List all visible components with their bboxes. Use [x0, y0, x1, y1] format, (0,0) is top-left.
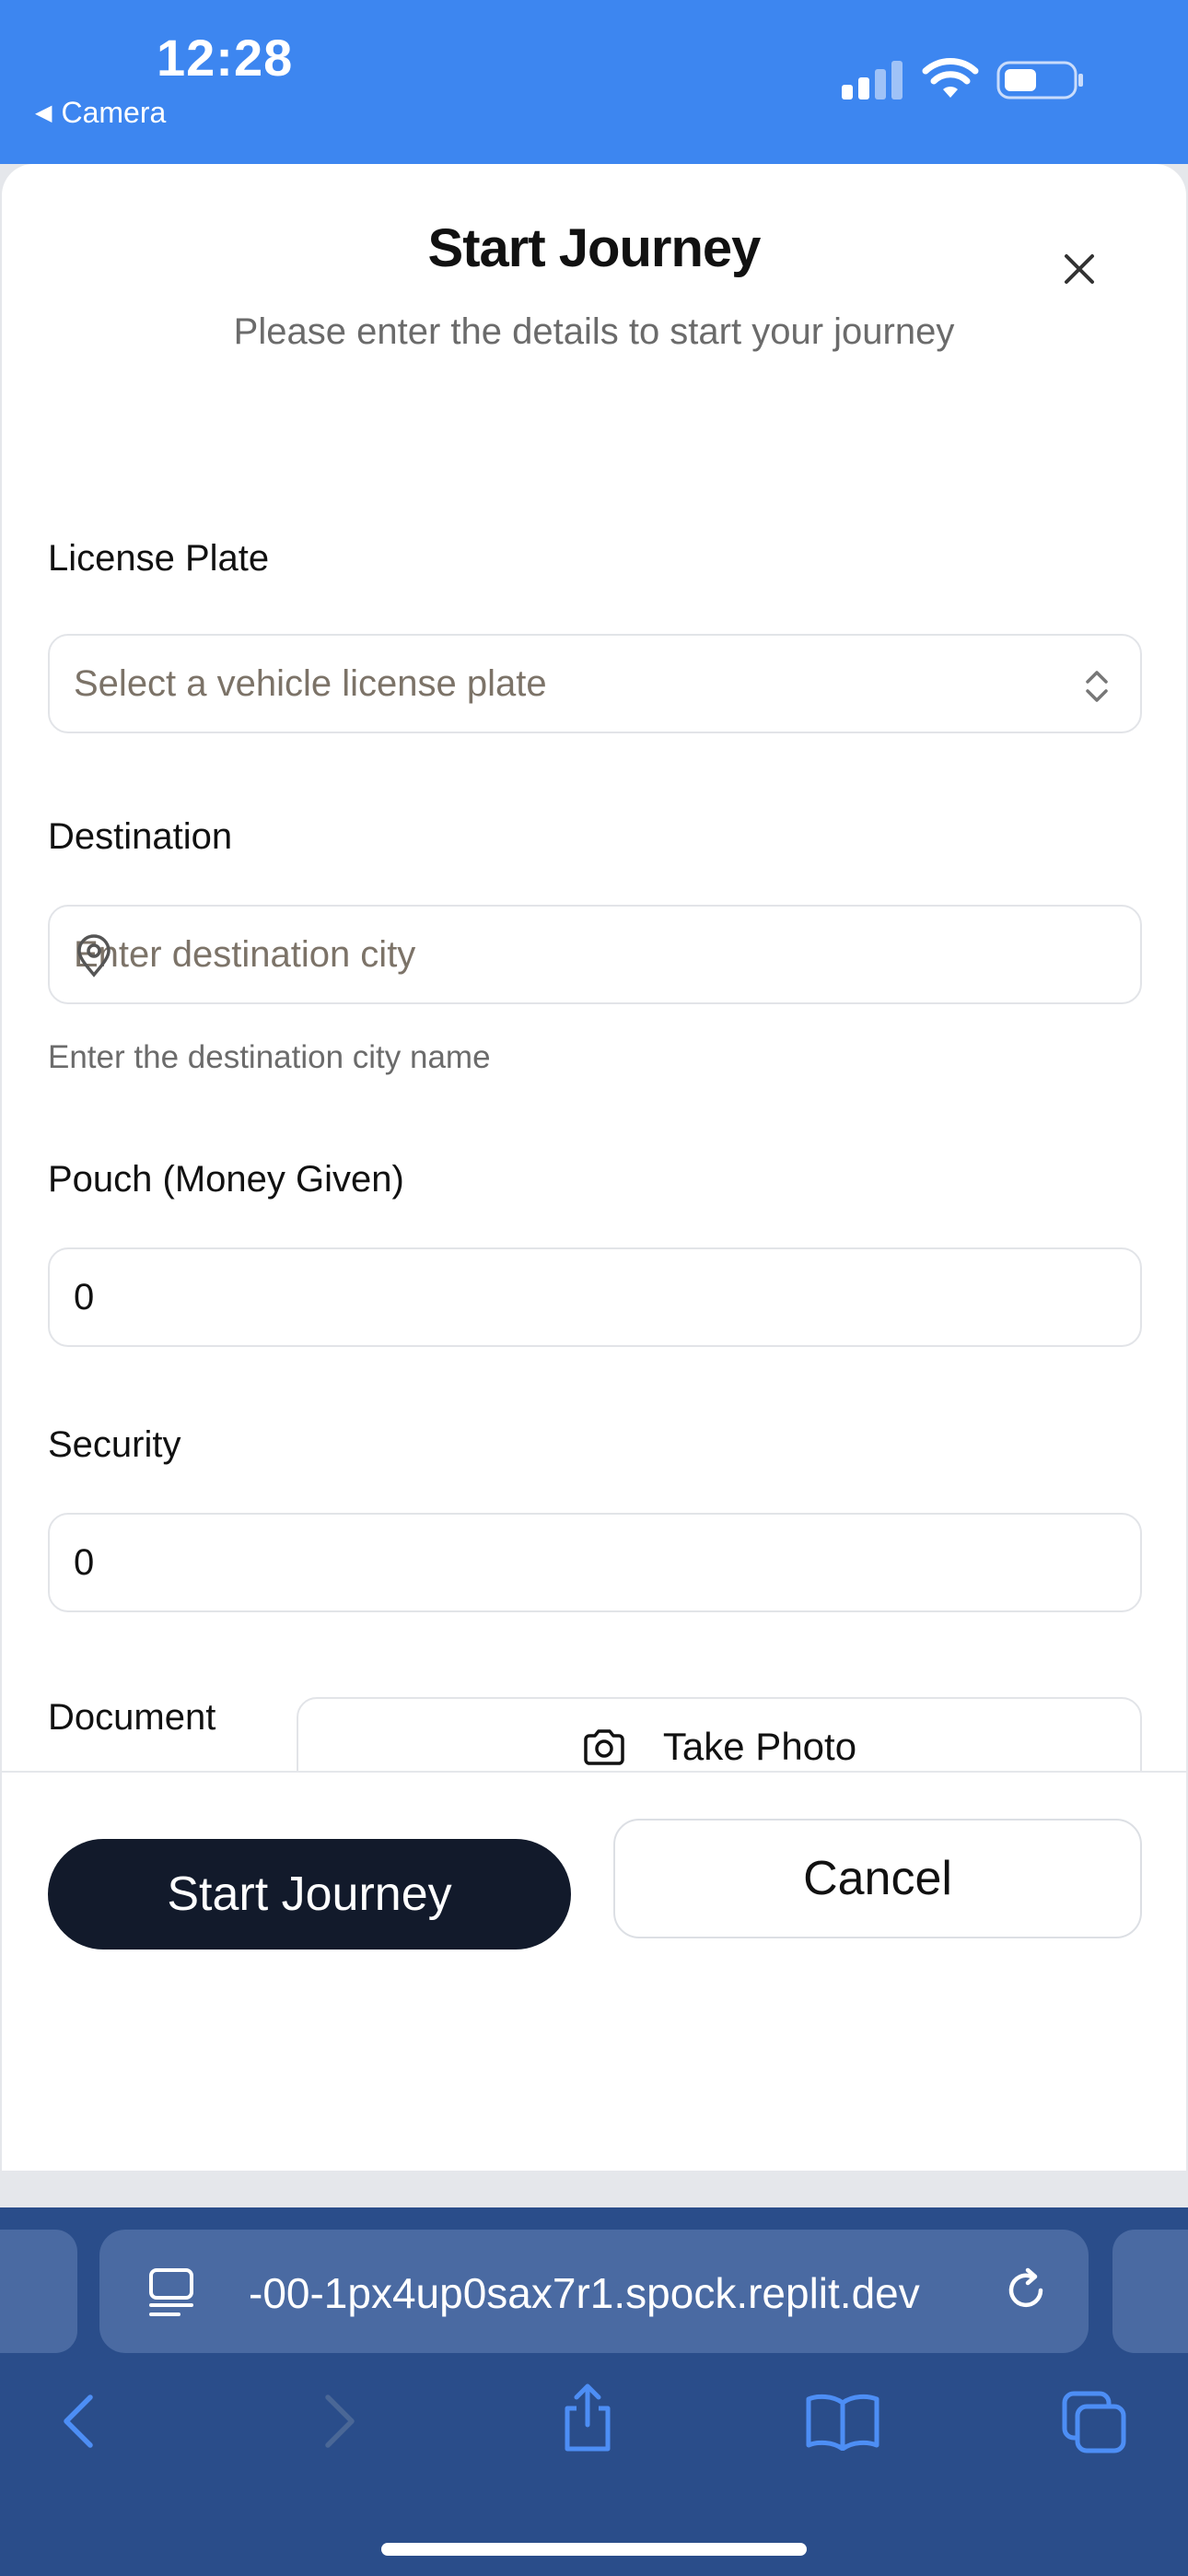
forward-arrow-icon[interactable]	[317, 2392, 361, 2451]
pouch-input[interactable]: 0	[48, 1247, 1142, 1347]
take-photo-label: Take Photo	[662, 1725, 857, 1768]
license-plate-select[interactable]: Select a vehicle license plate	[48, 634, 1142, 733]
home-indicator	[381, 2543, 807, 2556]
wifi-icon	[922, 58, 979, 98]
back-triangle-icon: ◀	[35, 100, 52, 125]
next-tab-preview[interactable]	[1112, 2230, 1188, 2353]
close-icon[interactable]	[1052, 241, 1107, 297]
document-photo-label: Document Photo	[48, 1697, 216, 1738]
destination-placeholder: Enter destination city	[74, 933, 416, 975]
destination-label: Destination	[48, 816, 233, 857]
pouch-value: 0	[74, 1276, 95, 1317]
license-plate-label: License Plate	[48, 538, 270, 579]
share-icon[interactable]	[558, 2383, 617, 2453]
camera-icon	[584, 1729, 624, 1765]
license-plate-placeholder: Select a vehicle license plate	[74, 662, 547, 704]
cancel-button[interactable]: Cancel	[613, 1819, 1142, 1938]
modal-title: Start Journey	[427, 218, 762, 278]
start-journey-button[interactable]: Start Journey	[48, 1839, 571, 1950]
security-value: 0	[74, 1541, 95, 1583]
battery-icon	[996, 61, 1083, 100]
status-time: 12:28	[157, 29, 294, 87]
previous-tab-preview[interactable]	[0, 2230, 77, 2353]
destination-input[interactable]: Enter destination city	[48, 905, 1142, 1004]
back-app-label: Camera	[61, 96, 167, 129]
start-journey-modal: Start Journey Please enter the details t…	[2, 164, 1186, 2171]
reader-mode-icon[interactable]	[147, 2266, 195, 2318]
url-text: -00-1px4up0sax7r1.spock.replit.dev	[249, 2269, 920, 2317]
back-arrow-icon[interactable]	[57, 2392, 101, 2451]
tabs-icon[interactable]	[1061, 2390, 1127, 2454]
modal-subtitle: Please enter the details to start your j…	[233, 311, 955, 352]
security-input[interactable]: 0	[48, 1513, 1142, 1612]
bookmarks-icon[interactable]	[805, 2394, 880, 2451]
address-bar[interactable]: -00-1px4up0sax7r1.spock.replit.dev	[99, 2230, 1089, 2353]
pouch-label: Pouch (Money Given)	[48, 1159, 404, 1200]
chevron-up-down-icon	[1086, 671, 1108, 702]
security-label: Security	[48, 1424, 181, 1465]
cellular-signal-icon	[842, 61, 903, 100]
reload-icon[interactable]	[1000, 2265, 1052, 2316]
back-to-app-link[interactable]: ◀ Camera	[35, 96, 166, 130]
destination-helper-text: Enter the destination city name	[48, 1039, 491, 1075]
map-pin-icon	[77, 934, 111, 978]
status-bar: 12:28 ◀ Camera	[0, 0, 1188, 164]
